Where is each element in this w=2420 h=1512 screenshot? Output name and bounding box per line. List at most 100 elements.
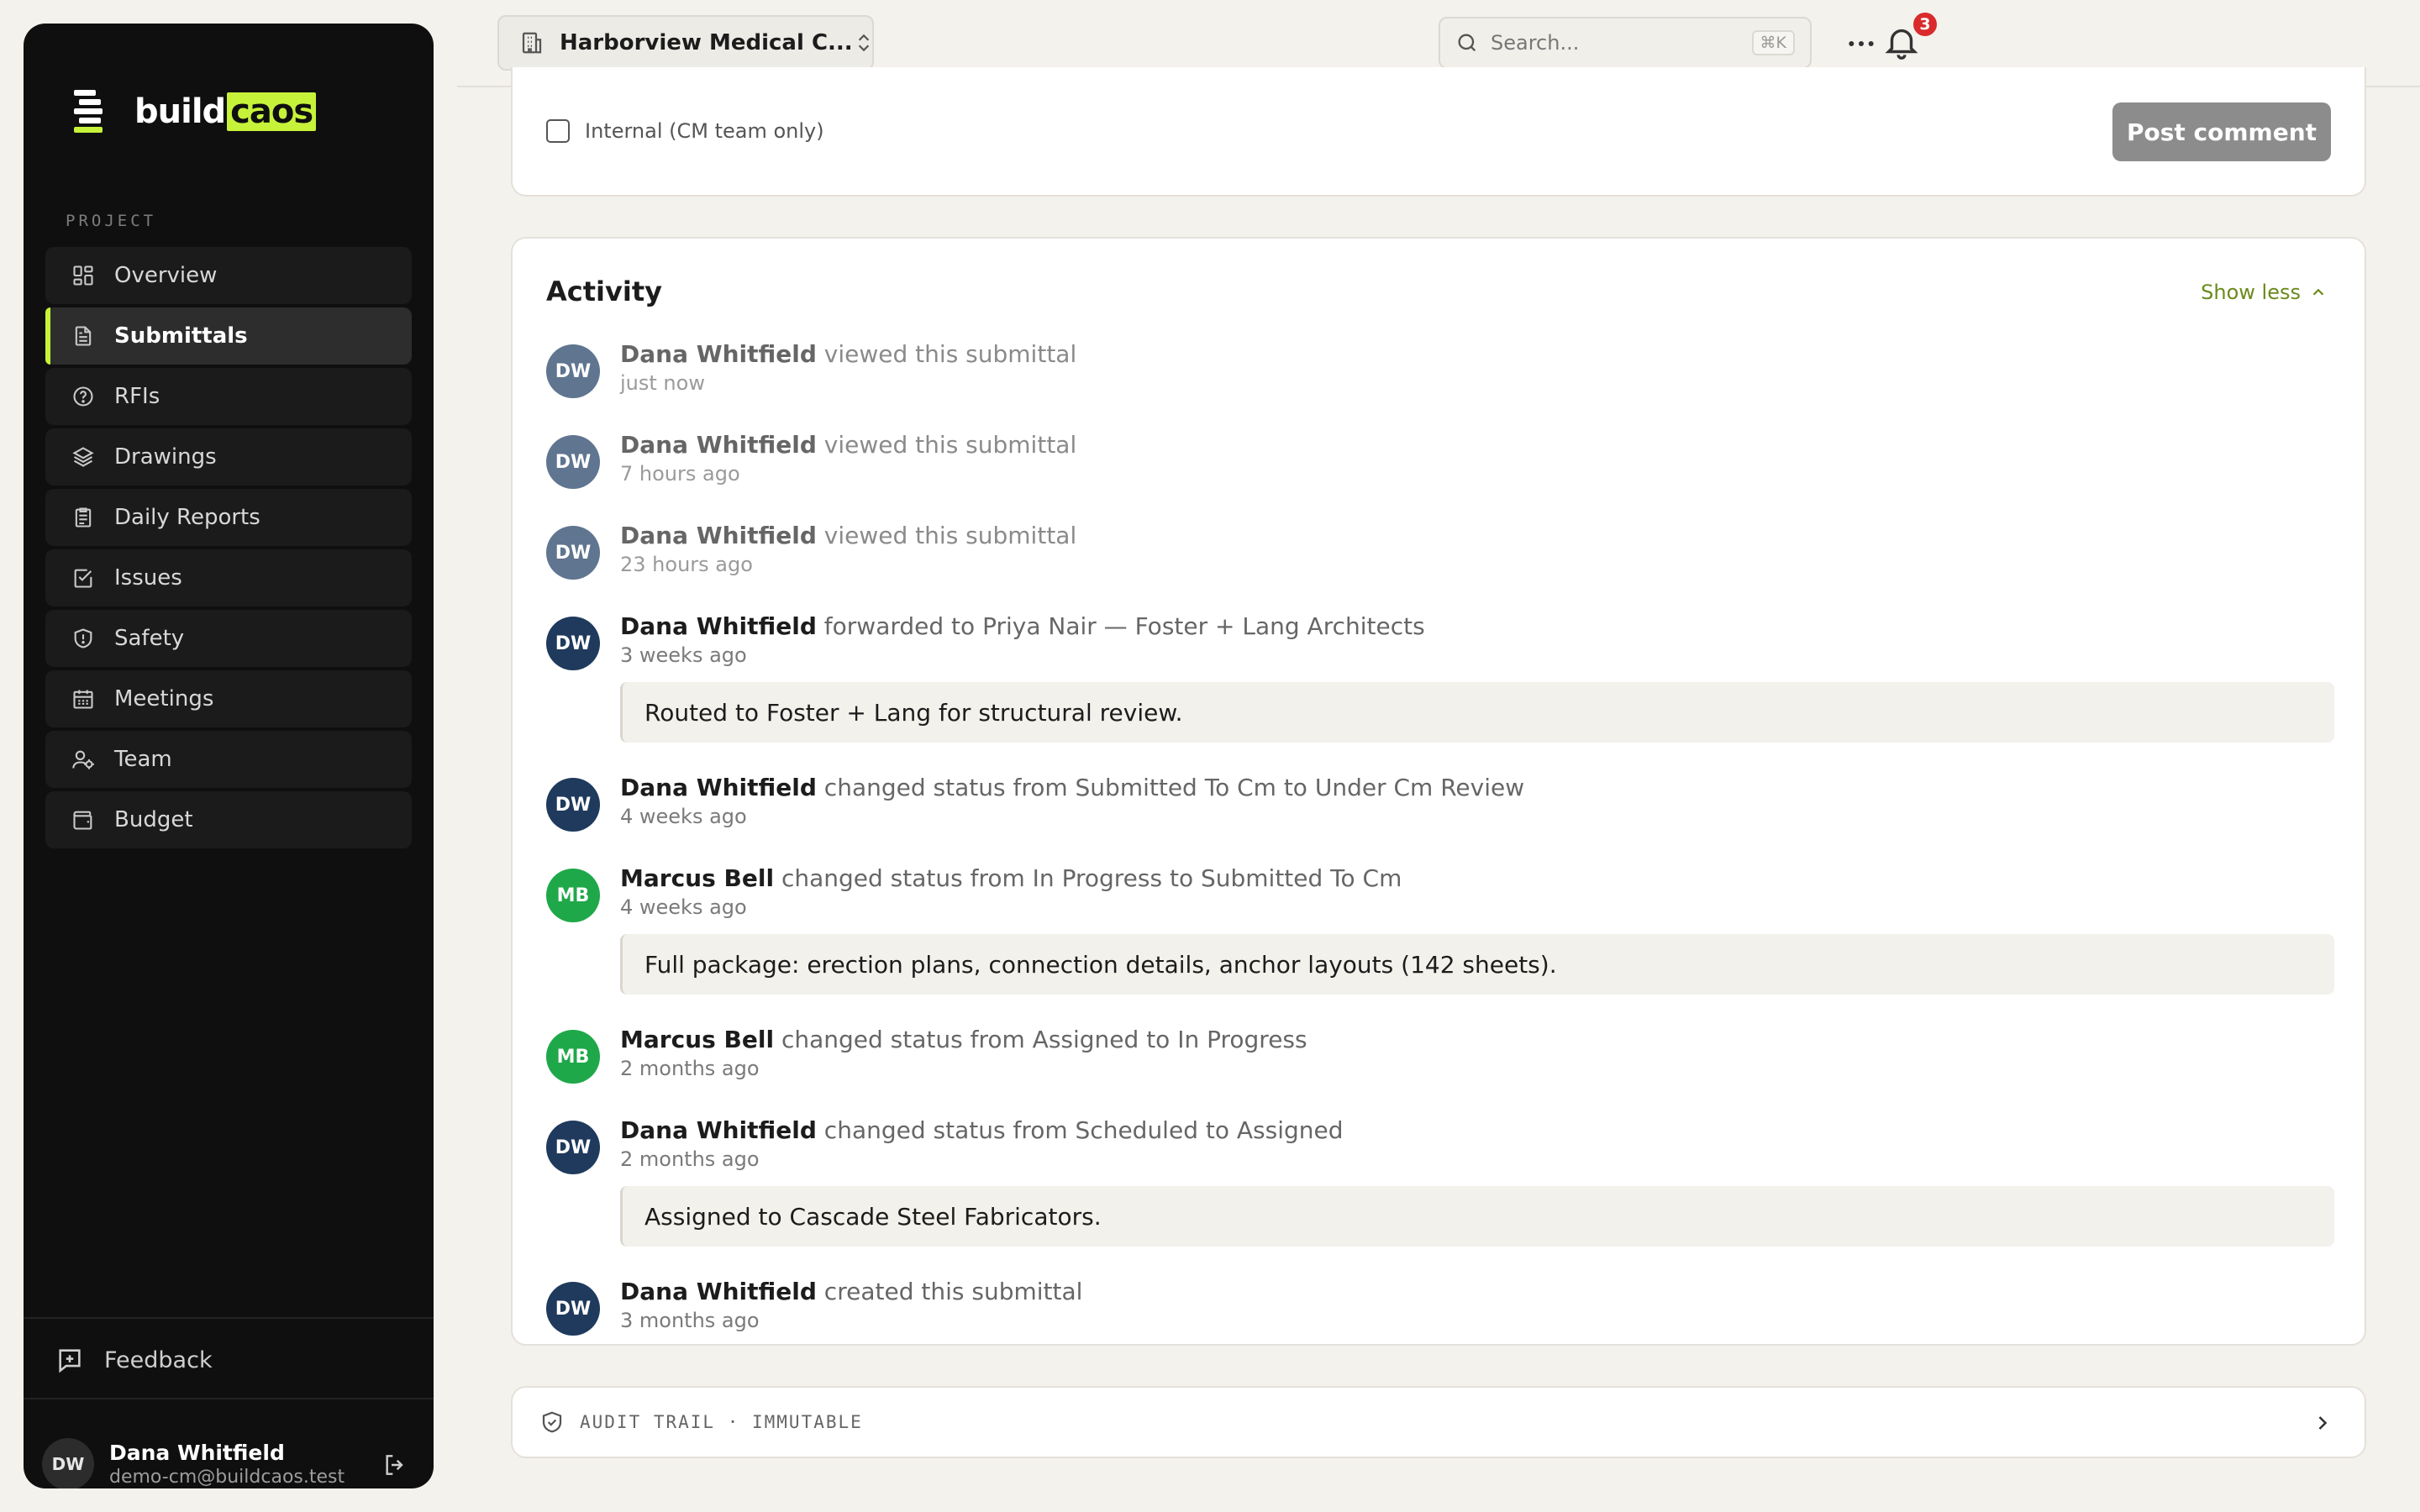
more-options-icon[interactable] <box>1842 27 1881 60</box>
feedback-button[interactable]: Feedback <box>55 1346 213 1374</box>
audit-trail-label: AUDIT TRAIL · IMMUTABLE <box>580 1412 863 1432</box>
project-switcher[interactable]: Harborview Medical C... <box>497 15 874 71</box>
feedback-label: Feedback <box>104 1347 213 1373</box>
activity-time: 23 hours ago <box>620 553 753 576</box>
activity-entry-body: Dana Whitfield viewed this submittal 7 ho… <box>620 430 2334 489</box>
divider <box>24 1317 434 1319</box>
activity-text: Marcus Bell changed status from In Progr… <box>620 864 2334 894</box>
shield-icon <box>71 626 96 651</box>
sidebar-item-label: Overview <box>114 263 218 288</box>
activity-actor: Dana Whitfield <box>620 431 817 459</box>
user-profile[interactable]: DW Dana Whitfield demo-cm@buildcaos.test <box>42 1438 420 1488</box>
building-icon <box>519 30 544 55</box>
chevron-up-icon <box>2309 283 2328 302</box>
audit-trail-bar[interactable]: AUDIT TRAIL · IMMUTABLE <box>511 1386 2366 1458</box>
sidebar-item-rfis[interactable]: RFIs <box>45 368 412 425</box>
feedback-icon <box>55 1346 84 1374</box>
activity-time: 4 weeks ago <box>620 805 747 828</box>
activity-entry-body: Dana Whitfield forwarded to Priya Nair —… <box>620 612 2334 743</box>
sidebar-item-meetings[interactable]: Meetings <box>45 670 412 727</box>
activity-action: changed status from In Progress to Submi… <box>774 864 1402 892</box>
avatar: MB <box>546 1030 600 1084</box>
activity-time: 2 months ago <box>620 1147 760 1171</box>
internal-label: Internal (CM team only) <box>585 119 824 143</box>
logo-mark-icon <box>74 90 108 134</box>
sidebar-item-label: RFIs <box>114 384 160 409</box>
grid-icon <box>71 263 96 288</box>
activity-text: Dana Whitfield viewed this submittal <box>620 521 2334 551</box>
show-less-button[interactable]: Show less <box>2201 281 2328 304</box>
activity-action: forwarded to Priya Nair — Foster + Lang … <box>816 612 1425 640</box>
activity-list: DW Dana Whitfield viewed this submittal ju… <box>546 339 2334 1336</box>
sidebar-item-label: Drawings <box>114 444 217 470</box>
activity-entry: DW Dana Whitfield viewed this submittal 7 … <box>546 430 2334 489</box>
activity-entry-body: Dana Whitfield viewed this submittal just… <box>620 339 2334 398</box>
activity-note: Full package: erection plans, connection… <box>620 934 2334 995</box>
sidebar-item-team[interactable]: Team <box>45 731 412 788</box>
sidebar-item-submittals[interactable]: Submittals <box>45 307 412 365</box>
activity-actor: Dana Whitfield <box>620 522 817 549</box>
activity-entry-body: Dana Whitfield viewed this submittal 23 h… <box>620 521 2334 580</box>
project-name: Harborview Medical C... <box>560 30 853 55</box>
divider <box>24 1398 434 1399</box>
activity-time: 4 weeks ago <box>620 895 747 919</box>
activity-entry: DW Dana Whitfield changed status from Sch… <box>546 1116 2334 1247</box>
activity-entry: MB Marcus Bell changed status from Assign… <box>546 1025 2334 1084</box>
activity-actor: Marcus Bell <box>620 1026 775 1053</box>
sidebar-item-overview[interactable]: Overview <box>45 247 412 304</box>
logo-text: build caos <box>134 92 317 131</box>
activity-action: viewed this submittal <box>816 340 1077 368</box>
internal-checkbox[interactable]: Internal (CM team only) <box>546 119 824 143</box>
team-icon <box>71 747 96 772</box>
activity-card: Activity Show less DW Dana Whitfield view… <box>511 237 2366 1346</box>
activity-entry-body: Dana Whitfield changed status from Sched… <box>620 1116 2334 1247</box>
activity-actor: Dana Whitfield <box>620 1278 817 1305</box>
activity-time: 2 months ago <box>620 1057 760 1080</box>
activity-text: Dana Whitfield changed status from Sched… <box>620 1116 2334 1146</box>
search-bar[interactable]: ⌘K <box>1439 17 1812 69</box>
activity-action: created this submittal <box>816 1278 1083 1305</box>
activity-text: Dana Whitfield viewed this submittal <box>620 339 2334 370</box>
clipboard-icon <box>71 505 96 530</box>
avatar: MB <box>546 869 600 922</box>
activity-entry-body: Dana Whitfield changed status from Submi… <box>620 773 2334 832</box>
avatar: DW <box>546 344 600 398</box>
wallet-icon <box>71 807 96 832</box>
activity-entry: DW Dana Whitfield forwarded to Priya Nair… <box>546 612 2334 743</box>
activity-note: Routed to Foster + Lang for structural r… <box>620 682 2334 743</box>
sidebar-item-label: Safety <box>114 626 185 651</box>
comment-card: Internal (CM team only) Post comment <box>511 67 2366 197</box>
activity-action: viewed this submittal <box>816 431 1077 459</box>
sidebar-item-label: Meetings <box>114 686 214 711</box>
activity-text: Dana Whitfield forwarded to Priya Nair —… <box>620 612 2334 642</box>
sidebar-item-budget[interactable]: Budget <box>45 791 412 848</box>
search-input[interactable] <box>1491 31 1752 55</box>
activity-entry: DW Dana Whitfield changed status from Sub… <box>546 773 2334 832</box>
activity-entry-body: Dana Whitfield created this submittal 3 m… <box>620 1277 2334 1336</box>
sidebar-item-drawings[interactable]: Drawings <box>45 428 412 486</box>
post-comment-button[interactable]: Post comment <box>2112 102 2331 161</box>
sidebar: build caos PROJECT Overview Submittals RF… <box>24 24 434 1488</box>
activity-text: Dana Whitfield changed status from Submi… <box>620 773 2334 803</box>
logout-icon[interactable] <box>381 1452 408 1478</box>
chevron-right-icon[interactable] <box>2311 1411 2334 1435</box>
sidebar-item-daily-reports[interactable]: Daily Reports <box>45 489 412 546</box>
activity-entry: DW Dana Whitfield viewed this submittal ju… <box>546 339 2334 398</box>
activity-actor: Dana Whitfield <box>620 340 817 368</box>
shield-check-icon <box>539 1410 565 1435</box>
activity-entry: DW Dana Whitfield viewed this submittal 23… <box>546 521 2334 580</box>
search-icon <box>1455 31 1479 55</box>
checkbox[interactable] <box>546 119 570 143</box>
activity-time: 7 hours ago <box>620 462 740 486</box>
user-email: demo-cm@buildcaos.test <box>109 1467 345 1488</box>
sidebar-item-label: Daily Reports <box>114 505 260 530</box>
avatar: DW <box>546 435 600 489</box>
section-label: PROJECT <box>66 212 157 230</box>
activity-text: Marcus Bell changed status from Assigned… <box>620 1025 2334 1055</box>
user-name: Dana Whitfield <box>109 1441 285 1465</box>
sidebar-item-safety[interactable]: Safety <box>45 610 412 667</box>
activity-action: changed status from Assigned to In Progr… <box>774 1026 1307 1053</box>
avatar: DW <box>546 1282 600 1336</box>
logo[interactable]: build caos <box>74 66 317 158</box>
sidebar-item-issues[interactable]: Issues <box>45 549 412 606</box>
